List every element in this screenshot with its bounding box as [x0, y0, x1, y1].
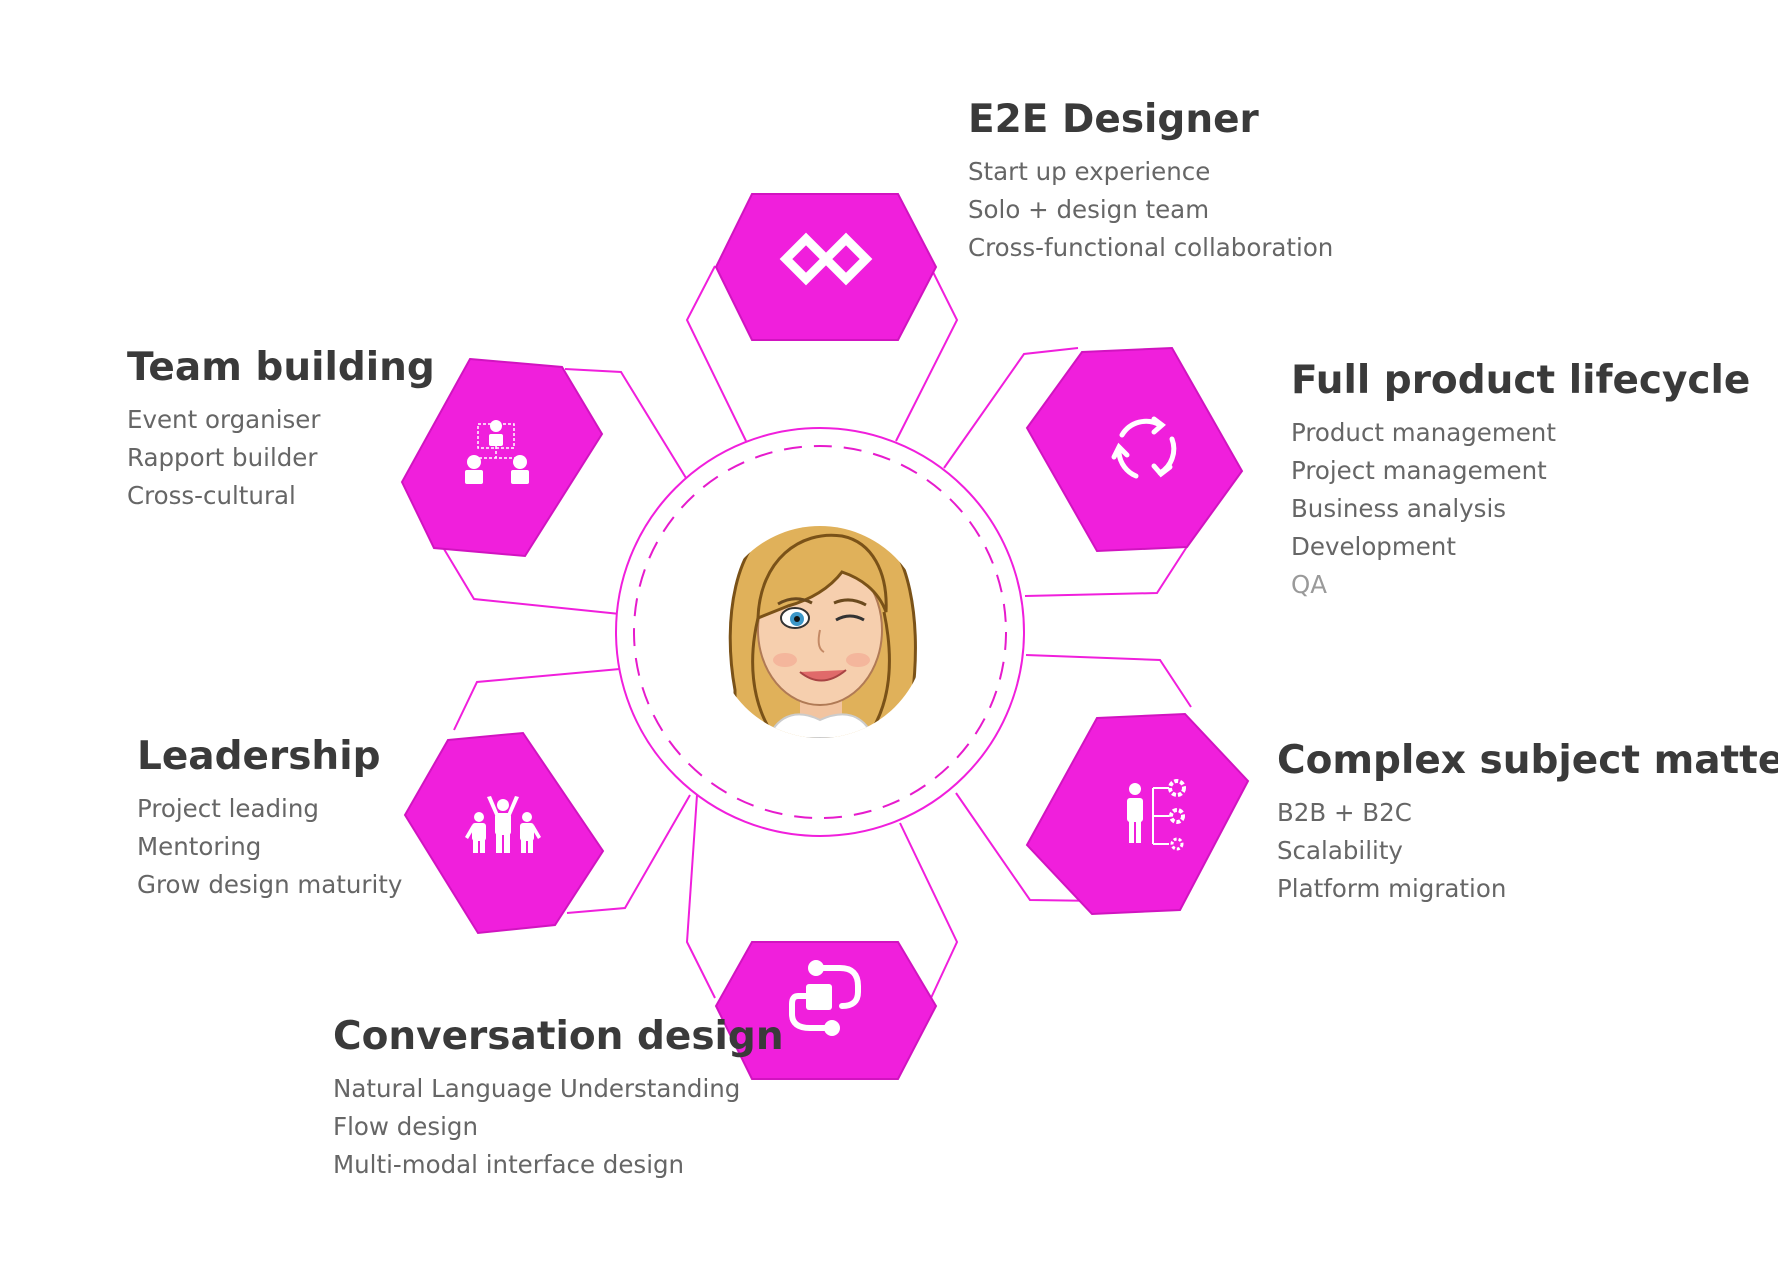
- connector-leadership-top: [453, 668, 621, 731]
- title-leadership: Leadership: [137, 734, 380, 779]
- e2e-item-1: Start up experience: [968, 157, 1210, 186]
- label-e2e: E2E Designer Start up experience Solo + …: [968, 97, 1333, 262]
- conversation-item-2: Flow design: [333, 1112, 478, 1141]
- team-item-3: Cross-cultural: [127, 481, 296, 510]
- team-item-1: Event organiser: [127, 405, 321, 434]
- title-e2e: E2E Designer: [968, 97, 1260, 142]
- complex-item-3: Platform migration: [1277, 874, 1506, 903]
- title-lifecycle: Full product lifecycle: [1291, 358, 1750, 403]
- complex-item-1: B2B + B2C: [1277, 798, 1412, 827]
- label-lifecycle: Full product lifecycle Product managemen…: [1291, 358, 1750, 599]
- lifecycle-item-4: Development: [1291, 532, 1456, 561]
- lifecycle-item-2: Project management: [1291, 456, 1547, 485]
- hex-lifecycle: [1025, 346, 1244, 553]
- title-conversation: Conversation design: [333, 1014, 784, 1059]
- label-team: Team building Event organiser Rapport bu…: [127, 345, 435, 510]
- lifecycle-item-5: QA: [1291, 570, 1327, 599]
- e2e-item-2: Solo + design team: [968, 195, 1209, 224]
- skills-diagram: E2E Designer Start up experience Solo + …: [127, 97, 1778, 1179]
- label-leadership: Leadership Project leading Mentoring Gro…: [137, 734, 402, 899]
- conversation-item-1: Natural Language Understanding: [333, 1074, 740, 1103]
- team-item-2: Rapport builder: [127, 443, 318, 472]
- label-conversation: Conversation design Natural Language Und…: [333, 1014, 784, 1179]
- leadership-item-1: Project leading: [137, 794, 319, 823]
- complex-item-2: Scalability: [1277, 836, 1403, 865]
- lifecycle-item-1: Product management: [1291, 418, 1556, 447]
- connector-team-bottom: [443, 548, 621, 615]
- title-complex: Complex subject matter: [1277, 738, 1778, 783]
- conversation-item-3: Multi-modal interface design: [333, 1150, 684, 1179]
- connector-conversation-left: [685, 794, 716, 999]
- title-team: Team building: [127, 345, 435, 390]
- lifecycle-item-3: Business analysis: [1291, 494, 1506, 523]
- connector-complex-top: [1025, 654, 1192, 708]
- leadership-item-3: Grow design maturity: [137, 870, 402, 899]
- leadership-item-2: Mentoring: [137, 832, 261, 861]
- center-avatar-group: [615, 427, 1025, 837]
- label-complex: Complex subject matter B2B + B2C Scalabi…: [1277, 738, 1778, 903]
- connector-lifecycle-bottom: [1024, 544, 1189, 597]
- hex-e2e: [714, 193, 938, 341]
- e2e-item-3: Cross-functional collaboration: [968, 233, 1333, 262]
